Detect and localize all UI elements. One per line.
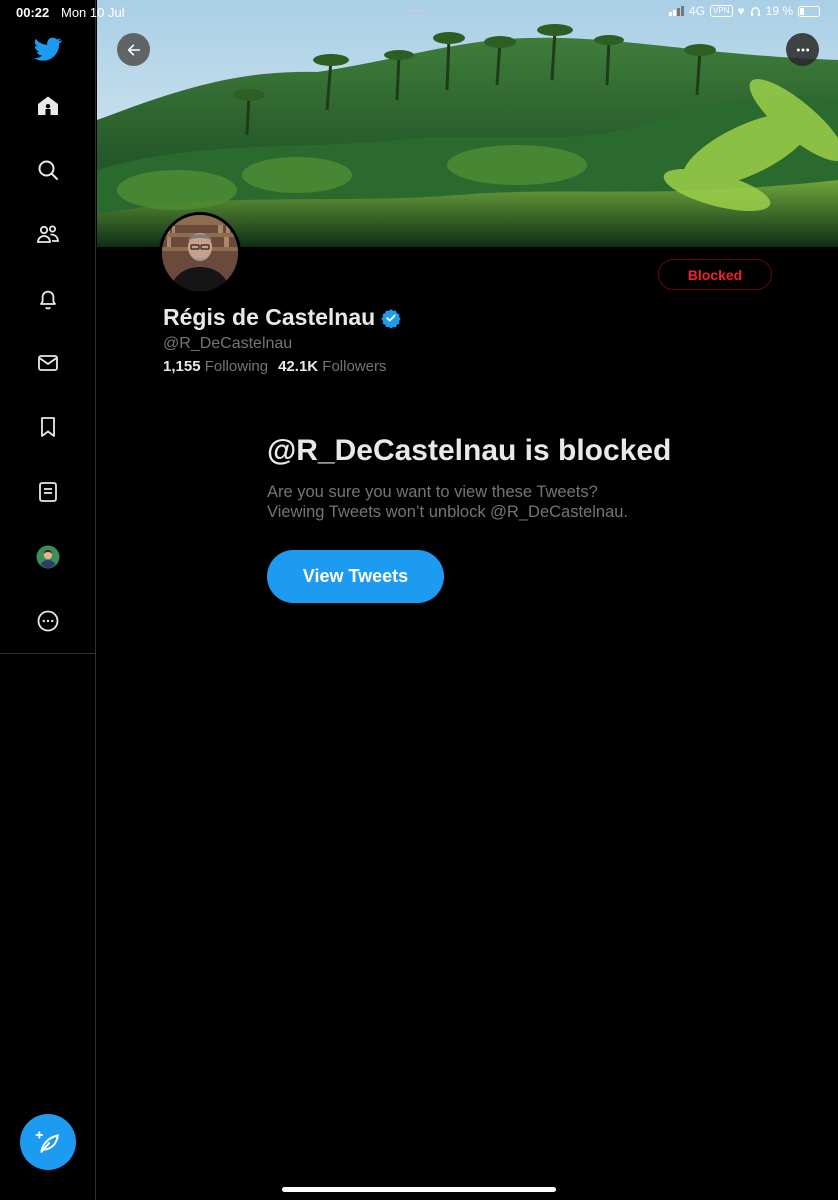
following-link[interactable]: 1,155 Following bbox=[163, 358, 268, 375]
network-label: 4G bbox=[689, 4, 706, 18]
blocked-notice-line-1: Are you sure you want to view these Twee… bbox=[267, 483, 598, 501]
blocked-notice-line-2: Viewing Tweets won’t unblock @R_DeCastel… bbox=[267, 503, 629, 521]
headphones-icon bbox=[750, 6, 760, 16]
display-name-row: Régis de Castelnau bbox=[163, 304, 401, 331]
status-date: Mon 10 Jul bbox=[61, 5, 125, 20]
twitter-logo-icon[interactable] bbox=[28, 29, 68, 69]
more-icon[interactable] bbox=[28, 601, 68, 641]
followers-count: 42.1K bbox=[278, 358, 319, 375]
followers-link[interactable]: 42.1K Followers bbox=[278, 358, 386, 375]
profile-more-button[interactable] bbox=[786, 33, 819, 66]
lists-icon[interactable] bbox=[28, 472, 68, 512]
back-button[interactable] bbox=[117, 33, 150, 66]
profile-avatar[interactable] bbox=[159, 212, 241, 294]
verified-badge-icon bbox=[381, 308, 401, 328]
status-bar: 00:22 Mon 10 Jul ••• 4G VPN ♥ 19 % bbox=[0, 0, 838, 24]
blocked-notice-title: @R_DeCastelnau is blocked bbox=[267, 434, 672, 467]
bookmarks-icon[interactable] bbox=[28, 407, 68, 447]
compose-button[interactable] bbox=[20, 1114, 76, 1170]
profile-handle: @R_DeCastelnau bbox=[163, 335, 293, 352]
avatar-image bbox=[162, 215, 238, 291]
sidebar-divider bbox=[0, 653, 96, 654]
messages-icon[interactable] bbox=[28, 343, 68, 383]
multitasking-dots[interactable]: ••• bbox=[408, 3, 425, 18]
following-count: 1,155 bbox=[163, 358, 201, 375]
status-indicators: 4G VPN ♥ 19 % bbox=[669, 4, 820, 18]
battery-percent: 19 % bbox=[765, 4, 793, 18]
profile-stats: 1,155 Following 42.1K Followers bbox=[163, 358, 386, 375]
signal-icon bbox=[669, 6, 685, 16]
arrow-left-icon bbox=[127, 44, 140, 55]
blocked-button[interactable]: Blocked bbox=[658, 259, 772, 290]
heart-icon: ♥ bbox=[737, 4, 745, 18]
display-name: Régis de Castelnau bbox=[163, 304, 376, 330]
sidebar bbox=[0, 0, 96, 1200]
view-tweets-button[interactable]: View Tweets bbox=[267, 550, 444, 603]
banner-image bbox=[97, 0, 838, 247]
blocked-notice-body: Are you sure you want to view these Twee… bbox=[267, 482, 687, 522]
notifications-icon[interactable] bbox=[28, 279, 68, 319]
following-label: Following bbox=[204, 358, 269, 375]
status-time: 00:22 bbox=[16, 5, 50, 20]
profile-main: Blocked Régis de Castelnau @R_DeCastelna… bbox=[97, 0, 838, 1200]
compose-icon bbox=[35, 1131, 59, 1153]
battery-icon bbox=[798, 5, 820, 17]
followers-label: Followers bbox=[322, 358, 387, 375]
communities-icon[interactable] bbox=[28, 214, 68, 254]
home-indicator[interactable] bbox=[282, 1187, 556, 1192]
profile-banner bbox=[97, 0, 838, 247]
search-icon[interactable] bbox=[28, 150, 68, 190]
vpn-badge: VPN bbox=[710, 5, 733, 17]
profile-avatar-icon[interactable] bbox=[28, 537, 68, 577]
home-icon[interactable] bbox=[28, 86, 68, 126]
ellipsis-icon bbox=[796, 48, 809, 51]
